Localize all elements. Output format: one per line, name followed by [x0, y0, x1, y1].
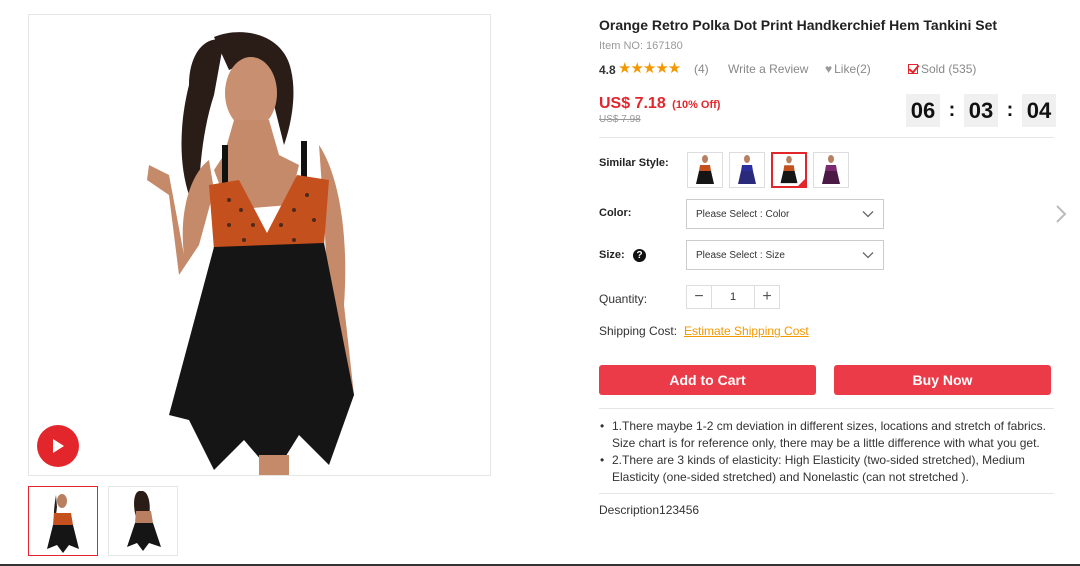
style-swatch-black-selected[interactable] [771, 152, 807, 188]
quantity-stepper: − 1 + [686, 285, 780, 309]
rating-score: 4.8 [599, 63, 616, 77]
size-select-value: Please Select : Size [696, 249, 785, 261]
countdown-timer: 06 : 03 : 04 [906, 94, 1056, 127]
play-icon [53, 439, 64, 453]
size-notes-list: 1.There maybe 1-2 cm deviation in differ… [599, 418, 1054, 486]
original-price: US$ 7.98 [599, 114, 641, 125]
play-video-button[interactable] [37, 425, 79, 467]
buy-now-button[interactable]: Buy Now [834, 365, 1051, 395]
shipping-cost-label: Shipping Cost: [599, 324, 678, 338]
similar-style-label: Similar Style: [599, 157, 669, 169]
thumbnail-front[interactable] [28, 486, 98, 556]
color-label: Color: [599, 207, 632, 219]
item-number: Item NO: 167180 [599, 40, 683, 52]
quantity-increase-button[interactable]: + [755, 286, 779, 308]
quantity-decrease-button[interactable]: − [687, 286, 711, 308]
divider [599, 137, 1054, 138]
color-select[interactable]: Please Select : Color [686, 199, 884, 229]
swatch-image [738, 155, 756, 184]
like-label: Like(2) [834, 62, 871, 76]
quantity-input[interactable]: 1 [711, 286, 755, 308]
thumbnail-strip [28, 486, 178, 556]
timer-separator: : [948, 99, 956, 121]
check-icon [908, 64, 918, 74]
divider [599, 493, 1054, 494]
sold-count: Sold (535) [908, 62, 976, 76]
chevron-down-icon [862, 211, 874, 218]
timer-hours: 06 [906, 94, 940, 127]
sold-label: Sold (535) [921, 62, 977, 76]
quantity-label: Quantity: [599, 292, 648, 306]
style-swatch-purple[interactable] [813, 152, 849, 188]
color-select-value: Please Select : Color [696, 208, 790, 220]
swatch-image [696, 155, 714, 184]
list-item: 2.There are 3 kinds of elasticity: High … [599, 452, 1054, 486]
style-swatch-orange[interactable] [687, 152, 723, 188]
thumbnail-back[interactable] [108, 486, 178, 556]
like-button[interactable]: ♥ Like(2) [825, 62, 871, 76]
current-price: US$ 7.18 (10% Off) [599, 95, 720, 113]
chevron-right-icon[interactable] [1051, 204, 1071, 224]
model-photo [147, 32, 354, 475]
timer-seconds: 04 [1022, 94, 1056, 127]
discount-badge: (10% Off) [672, 99, 721, 111]
help-icon[interactable]: ? [633, 249, 646, 262]
timer-minutes: 03 [964, 94, 998, 127]
price-value: US$ 7.18 [599, 95, 666, 112]
swatch-image [822, 155, 840, 184]
estimate-shipping-link[interactable]: Estimate Shipping Cost [684, 324, 809, 338]
rating-row: 4.8 ★★★★★ (4) Write a Review ♥ Like(2) So… [599, 60, 1054, 78]
swatch-image [780, 155, 798, 184]
style-swatch-blue[interactable] [729, 152, 765, 188]
description-heading[interactable]: Description123456 [599, 503, 699, 517]
chevron-down-icon [862, 252, 874, 259]
add-to-cart-button[interactable]: Add to Cart [599, 365, 816, 395]
review-count[interactable]: (4) [694, 62, 709, 76]
product-title: Orange Retro Polka Dot Print Handkerchie… [599, 17, 998, 33]
timer-separator: : [1006, 99, 1014, 121]
main-product-image[interactable] [28, 14, 491, 476]
heart-icon: ♥ [825, 62, 833, 76]
write-review-link[interactable]: Write a Review [728, 62, 808, 76]
divider [599, 408, 1054, 409]
similar-style-swatches [687, 152, 849, 188]
thumbnail-front-image [47, 494, 79, 553]
size-select[interactable]: Please Select : Size [686, 240, 884, 270]
list-item: 1.There maybe 1-2 cm deviation in differ… [599, 418, 1054, 452]
thumbnail-back-image [127, 491, 161, 551]
star-rating-icon: ★★★★★ [618, 60, 681, 77]
size-label: Size: [599, 249, 625, 261]
